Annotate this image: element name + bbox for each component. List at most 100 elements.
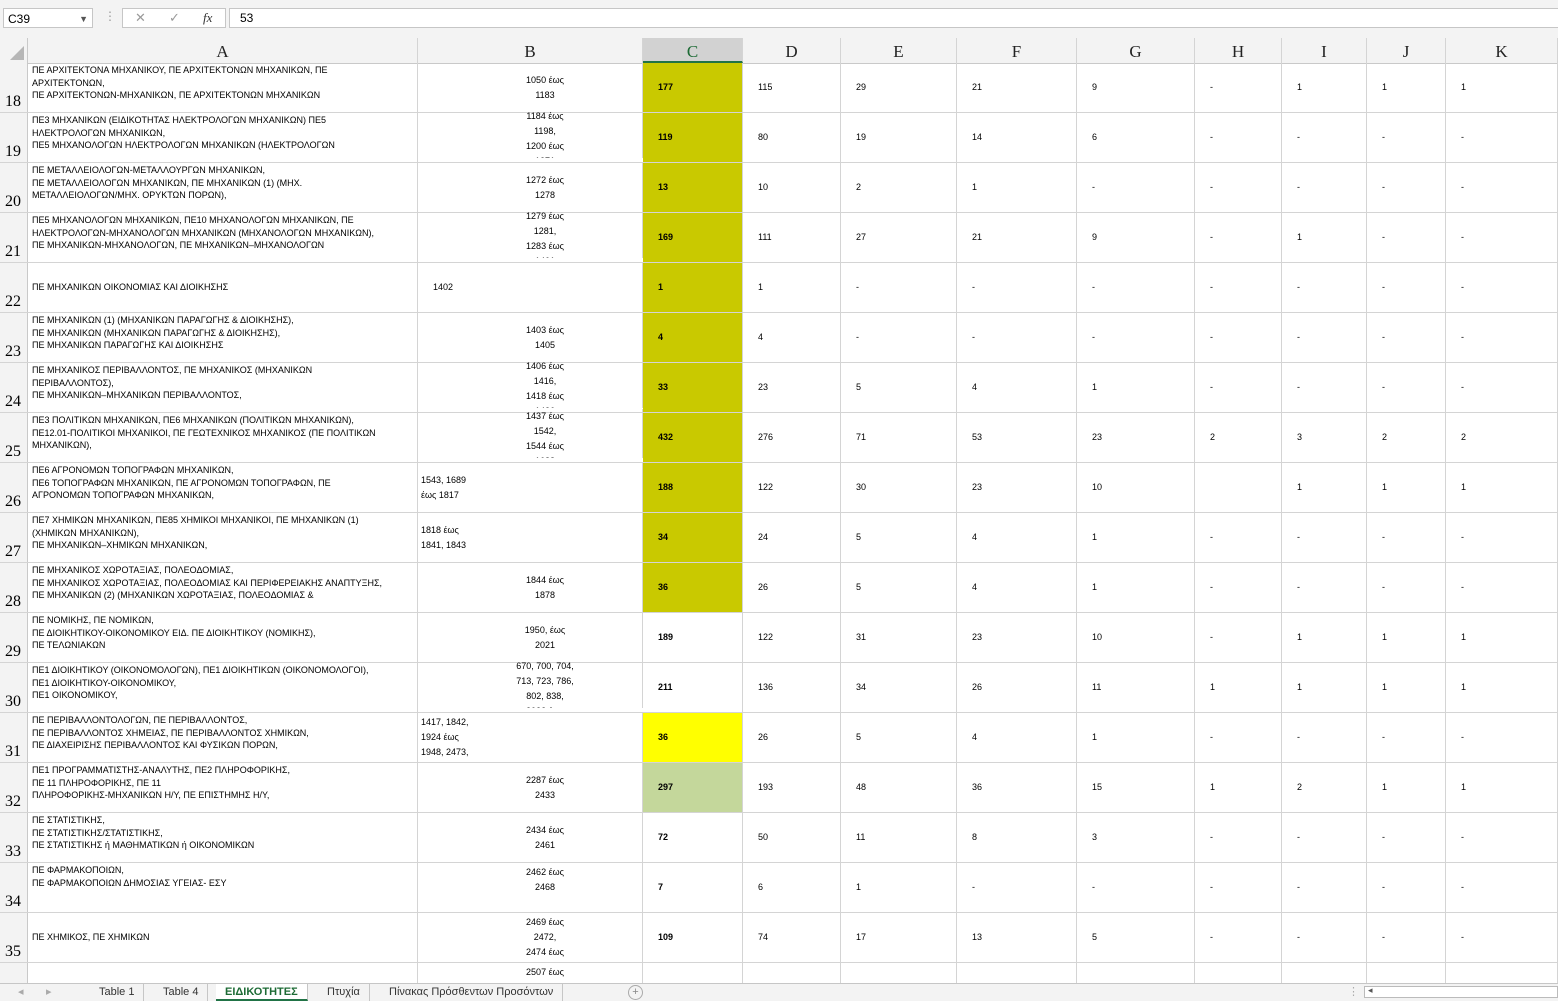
cell-i[interactable]: - <box>1282 113 1367 162</box>
cell-j[interactable]: - <box>1367 813 1446 862</box>
cell-d[interactable]: 4 <box>743 313 841 362</box>
cell-a[interactable]: ΠΕ6 ΑΓΡΟΝΟΜΩΝ ΤΟΠΟΓΡΑΦΩΝ ΜΗΧΑΝΙΚΩΝ, ΠΕ6 Τ… <box>28 463 418 512</box>
cell-k[interactable]: - <box>1446 113 1558 162</box>
cell-h[interactable]: 1 <box>1195 663 1282 712</box>
cell-a[interactable]: ΠΕ5 ΜΗΧΑΝΟΛΟΓΩΝ ΜΗΧΑΝΙΚΩΝ, ΠΕ10 ΜΗΧΑΝΟΛΟ… <box>28 213 418 262</box>
cell-i[interactable]: - <box>1282 263 1367 312</box>
cell-a[interactable]: ΠΕ ΝΟΜΙΚΗΣ, ΠΕ ΝΟΜΙΚΩΝ, ΠΕ ΔΙΟΙΚΗΤΙΚΟΥ-ΟΙ… <box>28 613 418 662</box>
cell-j[interactable]: 1 <box>1367 463 1446 512</box>
cell-j[interactable]: - <box>1367 713 1446 762</box>
cell-a[interactable]: ΠΕ ΠΕΡΙΒΑΛΛΟΝΤΟΛΟΓΩΝ, ΠΕ ΠΕΡΙΒΑΛΛΟΝΤΟΣ, Π… <box>28 713 418 762</box>
column-header-i[interactable]: I <box>1282 38 1367 63</box>
cell-c[interactable]: 432 <box>643 413 743 462</box>
cell-h[interactable]: - <box>1195 313 1282 362</box>
row-header[interactable]: 18 <box>0 63 28 112</box>
cell-e[interactable]: 5 <box>841 563 957 612</box>
cell-g[interactable]: 15 <box>1077 763 1195 812</box>
column-header-j[interactable]: J <box>1367 38 1446 63</box>
cell-b[interactable]: 1279 έως 1281, 1283 έως 1401 <box>418 209 643 258</box>
cell-h[interactable]: - <box>1195 113 1282 162</box>
cell-a[interactable]: ΠΕ3 ΜΗΧΑΝΙΚΩΝ (ΕΙΔΙΚΟΤΗΤΑΣ ΗΛΕΚΤΡΟΛΟΓΩΝ … <box>28 113 418 162</box>
cell-k[interactable]: - <box>1446 913 1558 962</box>
cell-k[interactable]: - <box>1446 163 1558 212</box>
cell-f[interactable]: 4 <box>957 513 1077 562</box>
cell-b[interactable]: 2287 έως 2433 <box>418 763 643 812</box>
column-header-b[interactable]: B <box>418 38 643 63</box>
cell-c[interactable]: 36 <box>643 713 743 762</box>
row-header[interactable]: 28 <box>0 563 28 612</box>
cell-f[interactable]: - <box>957 313 1077 362</box>
cell-j[interactable]: 1 <box>1367 63 1446 112</box>
cell-k[interactable]: - <box>1446 863 1558 912</box>
row-header[interactable]: 22 <box>0 263 28 312</box>
cell-j[interactable]: - <box>1367 913 1446 962</box>
cell-g[interactable]: 10 <box>1077 613 1195 662</box>
cell-g[interactable]: 1 <box>1077 513 1195 562</box>
cell-f[interactable]: 4 <box>957 363 1077 412</box>
cell-a[interactable]: ΠΕ3 ΠΟΛΙΤΙΚΩΝ ΜΗΧΑΝΙΚΩΝ, ΠΕ6 ΜΗΧΑΝΙΚΩΝ (… <box>28 413 418 462</box>
cell-f[interactable]: 14 <box>957 113 1077 162</box>
cell-d[interactable]: 1 <box>743 263 841 312</box>
cell-g[interactable]: - <box>1077 263 1195 312</box>
cell-j[interactable]: 1 <box>1367 763 1446 812</box>
cell-d[interactable]: 6 <box>743 863 841 912</box>
cell-j[interactable]: 2 <box>1367 413 1446 462</box>
cell-a[interactable]: ΠΕ ΜΗΧΑΝΙΚΟΣ ΠΕΡΙΒΑΛΛΟΝΤΟΣ, ΠΕ ΜΗΧΑΝΙΚΟΣ… <box>28 363 418 412</box>
cell-f[interactable]: 23 <box>957 463 1077 512</box>
cell-g[interactable]: 3 <box>1077 813 1195 862</box>
enter-icon[interactable]: ✓ <box>169 10 180 26</box>
cell-j[interactable]: - <box>1367 863 1446 912</box>
cell-a[interactable]: ΠΕ ΜΕΤΑΛΛΕΙΟΛΟΓΩΝ-ΜΕΤΑΛΛΟΥΡΓΩΝ ΜΗΧΑΝΙΚΩΝ… <box>28 163 418 212</box>
cell-i[interactable]: 1 <box>1282 463 1367 512</box>
cell-i[interactable]: - <box>1282 863 1367 912</box>
cell-k[interactable]: 1 <box>1446 63 1558 112</box>
cell-b[interactable]: 1543, 1689 έως 1817 <box>418 463 643 512</box>
cell-d[interactable]: 193 <box>743 763 841 812</box>
cell-h[interactable]: - <box>1195 813 1282 862</box>
cell-k[interactable]: - <box>1446 313 1558 362</box>
cell-i[interactable]: - <box>1282 513 1367 562</box>
cell-f[interactable]: 4 <box>957 713 1077 762</box>
cell-e[interactable]: 17 <box>841 913 957 962</box>
cell-h[interactable] <box>1195 963 1282 983</box>
fx-icon[interactable]: fx <box>203 10 212 26</box>
cell-j[interactable]: - <box>1367 363 1446 412</box>
cell-i[interactable]: - <box>1282 563 1367 612</box>
row-header[interactable]: 31 <box>0 713 28 762</box>
cell-g[interactable]: 6 <box>1077 113 1195 162</box>
cell-d[interactable]: 26 <box>743 563 841 612</box>
cell-h[interactable]: - <box>1195 213 1282 262</box>
row-header[interactable]: 32 <box>0 763 28 812</box>
cell-h[interactable]: - <box>1195 613 1282 662</box>
cell-b[interactable]: 1406 έως 1416, 1418 έως 1436 <box>418 359 643 408</box>
cancel-icon[interactable]: ✕ <box>135 10 146 26</box>
cell-j[interactable]: - <box>1367 113 1446 162</box>
cell-g[interactable]: 5 <box>1077 913 1195 962</box>
cell-i[interactable]: - <box>1282 163 1367 212</box>
cell-d[interactable]: 24 <box>743 513 841 562</box>
column-header-d[interactable]: D <box>743 38 841 63</box>
cell-d[interactable]: 276 <box>743 413 841 462</box>
cell-d[interactable]: 10 <box>743 163 841 212</box>
cell-a[interactable]: ΠΕ ΜΗΧΑΝΙΚΟΣ ΧΩΡΟΤΑΞΙΑΣ, ΠΟΛΕΟΔΟΜΙΑΣ, ΠΕ … <box>28 563 418 612</box>
cell-d[interactable]: 122 <box>743 463 841 512</box>
cell-f[interactable]: 21 <box>957 63 1077 112</box>
row-header[interactable]: 19 <box>0 113 28 162</box>
cell-c[interactable]: 177 <box>643 63 743 112</box>
cell-a[interactable]: ΠΕ1 ΠΡΟΓΡΑΜΜΑΤΙΣΤΗΣ-ΑΝΑΛΥΤΗΣ, ΠΕ2 ΠΛΗΡΟΦ… <box>28 763 418 812</box>
cell-d[interactable]: 111 <box>743 213 841 262</box>
cell-k[interactable]: - <box>1446 513 1558 562</box>
cell-c[interactable]: 13 <box>643 163 743 212</box>
cell-g[interactable]: 23 <box>1077 413 1195 462</box>
cell-h[interactable] <box>1195 463 1282 512</box>
formula-input[interactable]: 53 <box>229 8 1558 28</box>
cell-c[interactable]: 34 <box>643 513 743 562</box>
cell-g[interactable] <box>1077 963 1195 983</box>
cell-f[interactable] <box>957 963 1077 983</box>
cell-k[interactable]: - <box>1446 713 1558 762</box>
column-header-h[interactable]: H <box>1195 38 1282 63</box>
cell-a[interactable]: ΠΕ ΜΗΧΑΝΙΚΩΝ ΟΙΚΟΝΟΜΙΑΣ ΚΑΙ ΔΙΟΙΚΗΣΗΣ <box>28 263 418 312</box>
cell-j[interactable]: - <box>1367 263 1446 312</box>
cell-i[interactable]: 1 <box>1282 63 1367 112</box>
cell-e[interactable]: 5 <box>841 363 957 412</box>
